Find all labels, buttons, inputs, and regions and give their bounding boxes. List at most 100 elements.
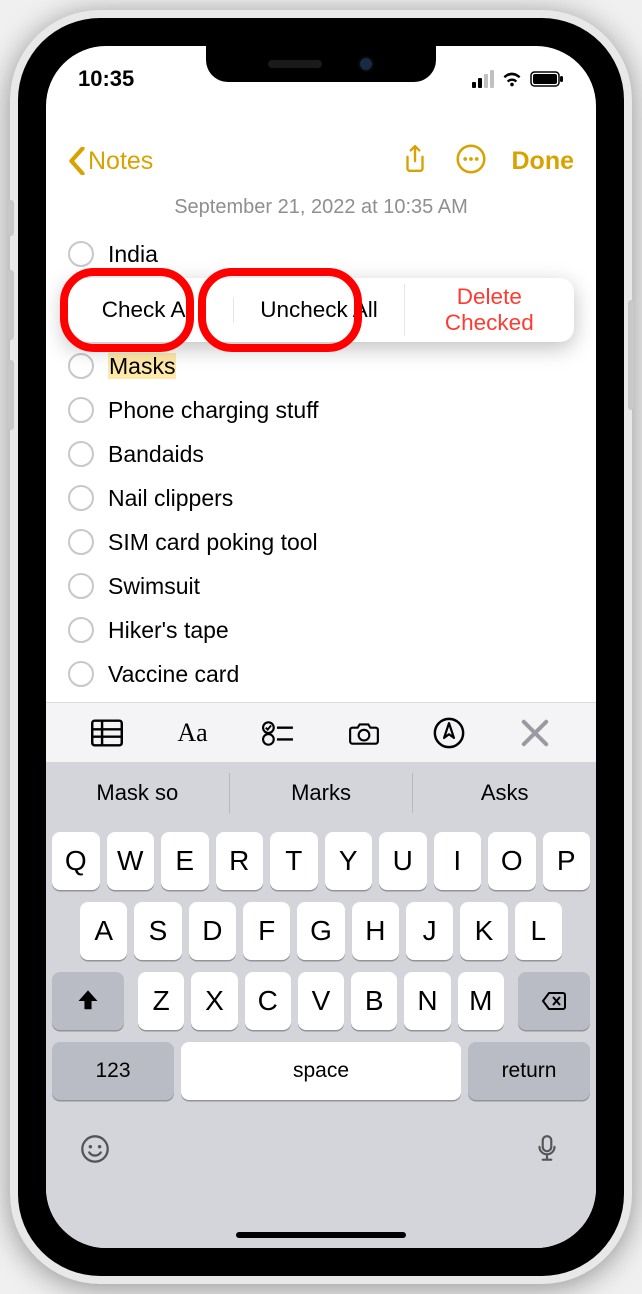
key-p[interactable]: P <box>543 832 591 890</box>
nav-bar: Notes Done <box>46 134 596 188</box>
markup-button[interactable] <box>419 717 479 749</box>
key-u[interactable]: U <box>379 832 427 890</box>
checklist-bullet[interactable] <box>68 573 94 599</box>
key-x[interactable]: X <box>191 972 237 1030</box>
battery-icon <box>530 71 564 87</box>
status-time: 10:35 <box>78 66 134 92</box>
key-f[interactable]: F <box>243 902 290 960</box>
checklist-bullet[interactable] <box>68 397 94 423</box>
key-space[interactable]: space <box>181 1042 461 1100</box>
checklist-row[interactable]: Masks <box>68 344 574 388</box>
close-icon <box>519 717 551 749</box>
note-format-toolbar: Aa <box>46 702 596 762</box>
key-h[interactable]: H <box>352 902 399 960</box>
key-d[interactable]: D <box>189 902 236 960</box>
key-k[interactable]: K <box>460 902 507 960</box>
checklist-row[interactable]: Swimsuit <box>68 564 574 608</box>
key-return[interactable]: return <box>468 1042 590 1100</box>
checklist-item-text[interactable]: India <box>108 241 158 268</box>
checklist-item-text[interactable]: SIM card poking tool <box>108 529 318 556</box>
wifi-icon <box>501 68 523 90</box>
checklist-item-text[interactable]: Phone charging stuff <box>108 397 319 424</box>
done-button[interactable]: Done <box>512 147 575 176</box>
cellular-icon <box>472 70 494 88</box>
checklist-row[interactable]: Nail clippers <box>68 476 574 520</box>
checklist-bullet[interactable] <box>68 617 94 643</box>
emoji-button[interactable] <box>80 1134 110 1169</box>
back-label: Notes <box>88 147 153 176</box>
key-z[interactable]: Z <box>138 972 184 1030</box>
check-all-button[interactable]: Check All <box>64 297 233 323</box>
back-button[interactable]: Notes <box>68 147 153 176</box>
checklist-context-menu: Check All Uncheck All Delete Checked <box>64 278 574 342</box>
status-right <box>472 68 564 90</box>
home-indicator[interactable] <box>236 1232 406 1238</box>
key-t[interactable]: T <box>270 832 318 890</box>
key-j[interactable]: J <box>406 902 453 960</box>
key-a[interactable]: A <box>80 902 127 960</box>
checklist-row[interactable]: India <box>68 232 574 276</box>
checklist-item-text[interactable]: Hiker's tape <box>108 617 229 644</box>
close-toolbar-button[interactable] <box>505 717 565 749</box>
key-shift[interactable] <box>52 972 124 1030</box>
chevron-left-icon <box>68 147 86 175</box>
key-123[interactable]: 123 <box>52 1042 174 1100</box>
camera-button[interactable] <box>334 717 394 749</box>
key-l[interactable]: L <box>515 902 562 960</box>
key-w[interactable]: W <box>107 832 155 890</box>
checklist-row[interactable]: Phone charging stuff <box>68 388 574 432</box>
key-r[interactable]: R <box>216 832 264 890</box>
key-m[interactable]: M <box>458 972 504 1030</box>
dictation-button[interactable] <box>532 1134 562 1169</box>
volume-down-button[interactable] <box>8 360 14 430</box>
checklist-bullet[interactable] <box>68 661 94 687</box>
checklist-item-text[interactable]: Swimsuit <box>108 573 200 600</box>
checklist-button[interactable] <box>248 717 308 749</box>
table-button[interactable] <box>77 717 137 749</box>
text-format-button[interactable]: Aa <box>162 718 222 748</box>
more-button[interactable] <box>456 144 486 179</box>
checklist-row[interactable]: Bandaids <box>68 432 574 476</box>
checklist-row[interactable]: SIM card poking tool <box>68 520 574 564</box>
checklist-bullet[interactable] <box>68 485 94 511</box>
text-selection[interactable]: Masks <box>108 353 176 379</box>
share-button[interactable] <box>400 144 430 179</box>
checklist-bullet[interactable] <box>68 241 94 267</box>
mute-switch[interactable] <box>8 200 14 236</box>
notch <box>206 46 436 82</box>
key-e[interactable]: E <box>161 832 209 890</box>
checklist-bullet[interactable] <box>68 353 94 379</box>
backspace-icon <box>541 988 567 1014</box>
checklist-bullet[interactable] <box>68 529 94 555</box>
power-button[interactable] <box>628 300 634 410</box>
key-o[interactable]: O <box>488 832 536 890</box>
checklist-item-text[interactable]: Bandaids <box>108 441 204 468</box>
suggestion[interactable]: Marks <box>229 773 413 813</box>
checklist-row[interactable]: Vaccine card <box>68 652 574 696</box>
checklist-icon <box>262 717 294 749</box>
key-i[interactable]: I <box>434 832 482 890</box>
key-s[interactable]: S <box>134 902 181 960</box>
uncheck-all-button[interactable]: Uncheck All <box>233 297 403 323</box>
suggestion[interactable]: Asks <box>412 773 596 813</box>
key-backspace[interactable] <box>518 972 590 1030</box>
key-g[interactable]: G <box>297 902 344 960</box>
markup-icon <box>433 717 465 749</box>
ellipsis-circle-icon <box>456 144 486 174</box>
checklist-item-text[interactable]: Masks <box>108 353 176 380</box>
volume-up-button[interactable] <box>8 270 14 340</box>
key-q[interactable]: Q <box>52 832 100 890</box>
key-b[interactable]: B <box>351 972 397 1030</box>
checklist-bullet[interactable] <box>68 441 94 467</box>
key-v[interactable]: V <box>298 972 344 1030</box>
checklist-row[interactable]: Hiker's tape <box>68 608 574 652</box>
bezel: 10:35 Notes <box>18 18 624 1276</box>
key-y[interactable]: Y <box>325 832 373 890</box>
suggestion[interactable]: Mask so <box>46 780 229 806</box>
key-c[interactable]: C <box>245 972 291 1030</box>
checklist-item-text[interactable]: Vaccine card <box>108 661 239 688</box>
checklist-item-text[interactable]: Nail clippers <box>108 485 233 512</box>
delete-checked-button[interactable]: Delete Checked <box>404 284 574 336</box>
key-n[interactable]: N <box>404 972 450 1030</box>
table-icon <box>91 717 123 749</box>
